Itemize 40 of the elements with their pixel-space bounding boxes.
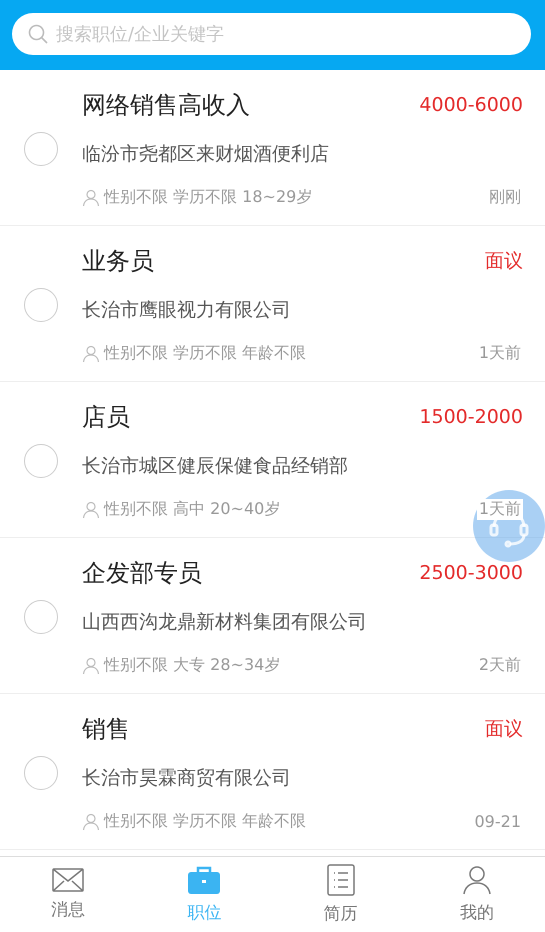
nav-tab[interactable]: 职位 (136, 857, 272, 932)
job-requirements: 性别不限 学历不限 18~29岁 (104, 187, 312, 208)
radio-button[interactable] (24, 444, 58, 478)
person-icon (82, 812, 100, 830)
job-title: 店员 (82, 402, 131, 433)
person-icon (82, 656, 100, 674)
company-name: 长治市昊霖商贸有限公司 (82, 766, 292, 791)
briefcase-icon (187, 865, 222, 895)
salary: 4000-6000 (419, 94, 523, 116)
radio-button[interactable] (24, 288, 58, 322)
salary: 2500-3000 (419, 562, 523, 584)
person-icon (82, 500, 100, 518)
search-field[interactable]: 搜索职位/企业关键字 (12, 13, 531, 55)
company-name: 长治市鹰眼视力有限公司 (82, 298, 292, 323)
company-name: 临汾市尧都区来财烟酒便利店 (82, 142, 330, 167)
job-title: 业务员 (82, 246, 155, 277)
radio-button[interactable] (24, 600, 58, 634)
nav-tab[interactable]: 消息 (0, 857, 136, 932)
list-icon (326, 864, 355, 896)
job-title: 网络销售高收入 (82, 90, 251, 121)
nav-tab[interactable]: 简历 (272, 857, 409, 932)
radio-button[interactable] (24, 756, 58, 790)
job-requirements: 性别不限 高中 20~40岁 (104, 499, 280, 520)
nav-tab[interactable]: 我的 (408, 857, 545, 932)
salary: 面议 (485, 249, 523, 274)
job-requirements: 性别不限 大专 28~34岁 (104, 655, 280, 676)
salary: 面议 (485, 717, 523, 742)
posted-time: 1天前 (476, 499, 523, 520)
company-name: 长治市城区健辰保健食品经销部 (82, 454, 349, 479)
person-icon (462, 865, 492, 895)
envelope-icon (52, 868, 84, 892)
job-title: 企发部专员 (82, 558, 203, 589)
job-requirements: 性别不限 学历不限 年龄不限 (104, 343, 306, 364)
salary: 1500-2000 (419, 406, 523, 428)
person-icon (82, 188, 100, 206)
person-icon (82, 344, 100, 362)
job-title: 销售 (82, 714, 131, 745)
radio-button[interactable] (24, 132, 58, 166)
company-name: 山西西沟龙鼎新材料集团有限公司 (82, 610, 368, 635)
job-requirements: 性别不限 学历不限 年龄不限 (104, 811, 306, 832)
